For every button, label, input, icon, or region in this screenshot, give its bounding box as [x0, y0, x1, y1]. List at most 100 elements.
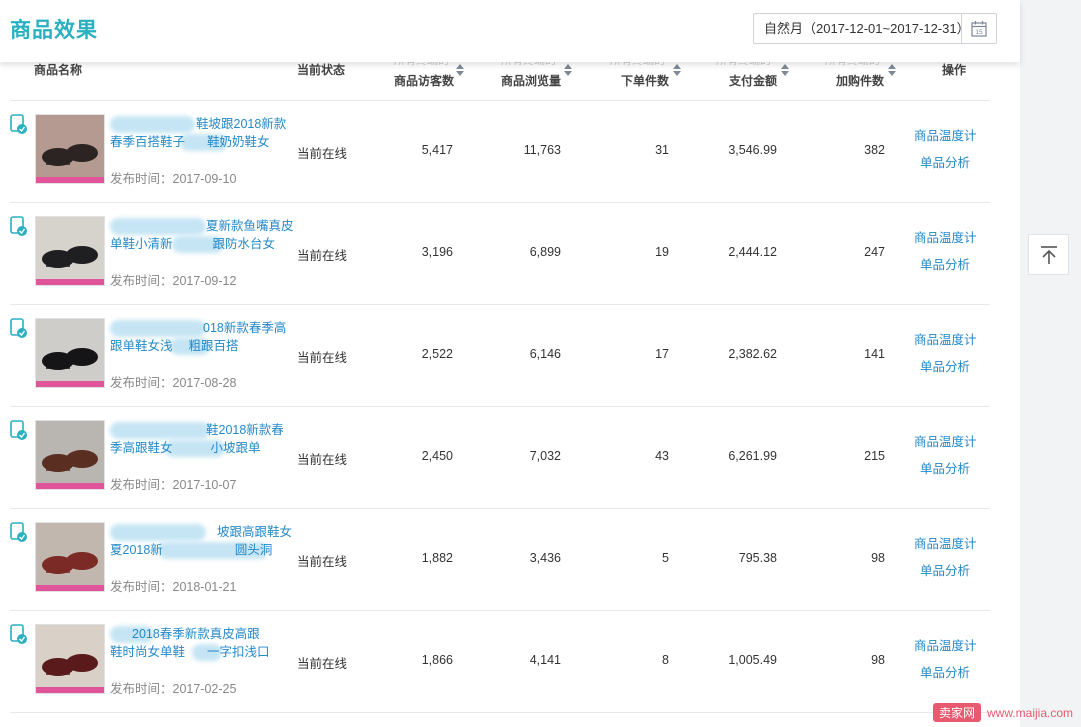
- product-title-line2[interactable]: 鞋时尚女单鞋 一字扣浅口: [110, 643, 270, 661]
- views-cell: 7,032: [529, 449, 561, 463]
- col-orders-label: 下单件数: [621, 74, 670, 88]
- col-cart-label: 加购件数: [836, 74, 885, 88]
- sort-icon[interactable]: [781, 64, 789, 78]
- cart-cell: 382: [864, 143, 885, 157]
- product-title-line2[interactable]: 春季百搭鞋子 鞋奶奶鞋女: [110, 133, 270, 151]
- table-row: 018新款春季高 跟单鞋女浅 粗跟百搭 发布时间：2017-08-28 当前在线 …: [10, 304, 990, 407]
- product-check-icon[interactable]: [10, 114, 28, 136]
- sort-icon[interactable]: [673, 64, 681, 78]
- watermark-url: www.maijia.com: [986, 706, 1073, 720]
- col-action-label: 操作: [942, 63, 967, 77]
- cart-cell: 215: [864, 449, 885, 463]
- cart-cell: 247: [864, 245, 885, 259]
- orders-cell: 17: [655, 347, 669, 361]
- arrow-up-to-line-icon: [1041, 246, 1057, 264]
- temperature-link[interactable]: 商品温度计: [914, 533, 977, 552]
- product-title-line1[interactable]: 鞋2018新款春: [206, 421, 284, 439]
- payment-cell: 2,382.62: [728, 347, 777, 361]
- status-cell: 当前在线: [297, 351, 348, 365]
- temperature-link[interactable]: 商品温度计: [914, 329, 977, 348]
- status-cell: 当前在线: [297, 657, 348, 671]
- calendar-icon: 15: [971, 21, 987, 37]
- payment-cell: 795.38: [738, 551, 777, 565]
- product-thumbnail[interactable]: [35, 318, 105, 388]
- views-cell: 6,899: [529, 245, 561, 259]
- sort-icon[interactable]: [456, 64, 464, 78]
- status-cell: 当前在线: [297, 453, 348, 467]
- product-check-icon[interactable]: [10, 522, 28, 544]
- product-check-icon[interactable]: [10, 624, 28, 646]
- calendar-button[interactable]: 15: [961, 14, 996, 43]
- temperature-link[interactable]: 商品温度计: [914, 431, 977, 450]
- date-range-picker[interactable]: 自然月（2017-12-01~2017-12-31） 15: [753, 13, 997, 44]
- product-title-line2[interactable]: 夏2018新 圆头洞: [110, 541, 272, 559]
- col-views-label: 商品浏览量: [501, 74, 562, 88]
- product-title-line2[interactable]: 单鞋小清新 跟防水台女: [110, 235, 275, 253]
- payment-cell: 3,546.99: [728, 143, 777, 157]
- visitors-cell: 5,417: [421, 143, 453, 157]
- cart-cell: 98: [871, 653, 885, 667]
- payment-cell: 2,444.12: [728, 245, 777, 259]
- temperature-link[interactable]: 商品温度计: [914, 227, 977, 246]
- header-bar: 商品效果 自然月（2017-12-01~2017-12-31） 15: [0, 0, 1020, 62]
- calendar-day: 15: [975, 29, 983, 36]
- cart-cell: 98: [871, 551, 885, 565]
- sort-icon[interactable]: [888, 64, 896, 78]
- visitors-cell: 2,450: [421, 449, 453, 463]
- temperature-link[interactable]: 商品温度计: [914, 125, 977, 144]
- orders-cell: 5: [662, 551, 669, 565]
- product-thumbnail[interactable]: [35, 114, 105, 184]
- views-cell: 3,436: [529, 551, 561, 565]
- product-title-line2[interactable]: 季高跟鞋女 小坡跟单: [110, 439, 261, 457]
- status-cell: 当前在线: [297, 147, 348, 161]
- col-name-label: 商品名称: [34, 63, 83, 77]
- date-range-label: 自然月（2017-12-01~2017-12-31）: [764, 21, 970, 36]
- table-row: 夏新款鱼嘴真皮 单鞋小清新 跟防水台女 发布时间：2017-09-12 当前在线 …: [10, 202, 990, 305]
- views-cell: 11,763: [523, 143, 561, 157]
- product-check-icon[interactable]: [10, 216, 28, 238]
- product-thumbnail[interactable]: [35, 216, 105, 286]
- item-analysis-link[interactable]: 单品分析: [920, 152, 970, 171]
- product-check-icon[interactable]: [10, 420, 28, 442]
- product-thumbnail[interactable]: [35, 522, 105, 592]
- orders-cell: 31: [655, 143, 669, 157]
- back-to-top-button[interactable]: [1028, 234, 1069, 275]
- product-title-line1[interactable]: 2018春季新款真皮高跟: [132, 625, 260, 643]
- product-title-line1[interactable]: 坡跟高跟鞋女: [217, 523, 292, 541]
- table-row: 鞋2018新款春 季高跟鞋女 小坡跟单 发布时间：2017-10-07 当前在线 …: [10, 406, 990, 509]
- product-title-line1[interactable]: 鞋坡跟2018新款: [196, 115, 286, 133]
- page-title: 商品效果: [10, 19, 98, 42]
- item-analysis-link[interactable]: 单品分析: [920, 560, 970, 579]
- cart-cell: 141: [864, 347, 885, 361]
- views-cell: 6,146: [529, 347, 561, 361]
- sort-icon[interactable]: [564, 64, 572, 78]
- views-cell: 4,141: [529, 653, 561, 667]
- status-cell: 当前在线: [297, 249, 348, 263]
- publish-date: 发布时间：2018-01-21: [110, 580, 237, 594]
- table-row: 鞋坡跟2018新款 春季百搭鞋子 鞋奶奶鞋女 发布时间：2017-09-10 当前…: [10, 100, 990, 203]
- orders-cell: 8: [662, 653, 669, 667]
- product-title-line2[interactable]: 跟单鞋女浅 粗跟百搭: [110, 337, 239, 355]
- watermark-brand: 卖家网: [932, 703, 981, 722]
- payment-cell: 1,005.49: [728, 653, 777, 667]
- product-title-line1[interactable]: 018新款春季高: [203, 319, 286, 337]
- item-analysis-link[interactable]: 单品分析: [920, 458, 970, 477]
- payment-cell: 6,261.99: [728, 449, 777, 463]
- visitors-cell: 2,522: [421, 347, 453, 361]
- publish-date: 发布时间：2017-09-12: [110, 274, 237, 288]
- product-title-line1[interactable]: 夏新款鱼嘴真皮: [206, 217, 294, 235]
- table-row: 2018春季新款真皮高跟 鞋时尚女单鞋 一字扣浅口 发布时间：2017-02-25…: [10, 610, 990, 713]
- watermark: 卖家网 www.maijia.com: [932, 703, 1073, 723]
- visitors-cell: 3,196: [421, 245, 453, 259]
- col-visitors-label: 商品访客数: [394, 74, 455, 88]
- table-row: 坡跟高跟鞋女 夏2018新 圆头洞 发布时间：2018-01-21 当前在线 1,…: [10, 508, 990, 611]
- product-check-icon[interactable]: [10, 318, 28, 340]
- temperature-link[interactable]: 商品温度计: [914, 635, 977, 654]
- status-cell: 当前在线: [297, 555, 348, 569]
- item-analysis-link[interactable]: 单品分析: [920, 356, 970, 375]
- item-analysis-link[interactable]: 单品分析: [920, 254, 970, 273]
- product-thumbnail[interactable]: [35, 624, 105, 694]
- item-analysis-link[interactable]: 单品分析: [920, 662, 970, 681]
- product-thumbnail[interactable]: [35, 420, 105, 490]
- col-payment-label: 支付金额: [729, 74, 778, 88]
